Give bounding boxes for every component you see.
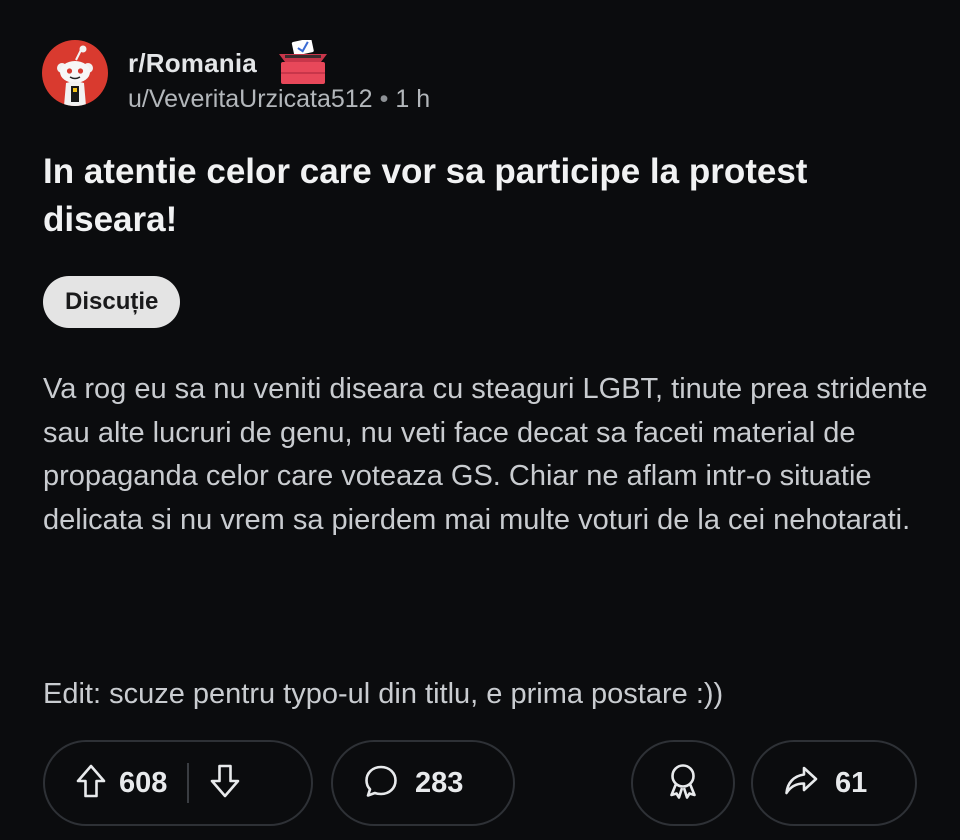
- comment-bubble-icon: [363, 763, 399, 804]
- share-count: 61: [835, 766, 868, 799]
- post-body: Va rog eu sa nu veniti diseara cu steagu…: [43, 373, 928, 536]
- post-flair[interactable]: Discuție: [43, 276, 181, 328]
- award-button[interactable]: [631, 740, 735, 826]
- subreddit-name[interactable]: r/Romania: [128, 48, 257, 79]
- ballot-box-icon: [275, 38, 331, 86]
- post-title[interactable]: In atentie celor care vor sa participe l…: [43, 148, 903, 244]
- post-age: 1 h: [395, 85, 431, 113]
- post-meta: u/VeveritaUrzicata512 • 1 h: [128, 85, 430, 114]
- post-edit-note: Edit: scuze pentru typo-ul din titlu, e …: [43, 678, 724, 710]
- vote-bar: 608: [43, 740, 313, 826]
- upvote-count: 608: [119, 766, 168, 799]
- share-arrow-icon: [783, 764, 819, 803]
- snoo-avatar-icon[interactable]: [42, 40, 108, 106]
- post-header: r/Romania u/VeveritaUrzicata512 • 1 h: [42, 38, 642, 118]
- meta-separator: •: [379, 85, 389, 113]
- share-button[interactable]: 61: [751, 740, 917, 826]
- upvote-arrow-icon[interactable]: [75, 763, 107, 804]
- downvote-arrow-icon[interactable]: [209, 763, 241, 804]
- vote-divider: [187, 763, 190, 803]
- author-name[interactable]: u/VeveritaUrzicata512: [128, 85, 373, 113]
- award-icon: [665, 762, 701, 805]
- comments-button[interactable]: 283: [331, 740, 515, 826]
- comment-count: 283: [415, 766, 464, 799]
